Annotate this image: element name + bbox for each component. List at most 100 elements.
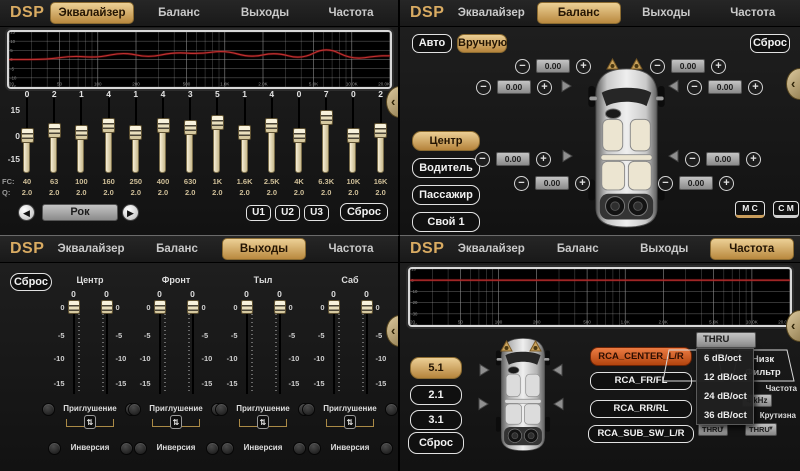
eq-slider-handle[interactable]: [157, 118, 170, 133]
mute-toggle[interactable]: [42, 403, 55, 416]
tab-frequency[interactable]: Частота: [310, 2, 392, 24]
slider-tick-strip: [102, 310, 104, 392]
tab-equalizer[interactable]: Эквалайзер: [450, 2, 533, 24]
balance-plus-button[interactable]: +: [576, 59, 591, 74]
mode-button-2-1[interactable]: 2.1: [410, 385, 462, 405]
slope-dropdown-selected[interactable]: THRU: [696, 332, 756, 348]
rca-button-3[interactable]: RCA_RR/RL: [590, 400, 692, 418]
slope-dropdown-option[interactable]: 6 dB/oct: [697, 349, 753, 368]
output-slider-handle[interactable]: [241, 300, 253, 314]
mode-button-3-1[interactable]: 3.1: [410, 410, 462, 430]
mute-toggle[interactable]: [128, 403, 141, 416]
eq-slider-handle[interactable]: [75, 125, 88, 140]
eq-slider-handle[interactable]: [265, 118, 278, 133]
tab-equalizer[interactable]: Эквалайзер: [50, 2, 134, 24]
balance-reset-button[interactable]: Сброс: [750, 34, 790, 53]
mc-button[interactable]: M C: [735, 201, 765, 218]
balance-minus-button[interactable]: −: [658, 176, 673, 191]
tab-outputs[interactable]: Выходы: [222, 238, 306, 260]
balance-minus-button[interactable]: −: [515, 59, 530, 74]
balance-preset-1[interactable]: Центр: [412, 131, 480, 151]
balance-minus-button[interactable]: −: [685, 152, 700, 167]
tab-outputs[interactable]: Выходы: [623, 238, 706, 260]
invert-toggle[interactable]: [120, 442, 133, 455]
balance-plus-button[interactable]: +: [719, 176, 734, 191]
tab-frequency[interactable]: Частота: [310, 238, 392, 260]
mute-toggle[interactable]: [385, 403, 398, 416]
balance-plus-button[interactable]: +: [575, 176, 590, 191]
eq-reset-button[interactable]: Сброс: [340, 203, 388, 221]
output-slider-handle[interactable]: [361, 300, 373, 314]
output-slider-handle[interactable]: [187, 300, 199, 314]
output-slider-handle[interactable]: [101, 300, 113, 314]
eq-slider-handle[interactable]: [102, 118, 115, 133]
balance-preset-4[interactable]: Свой 1: [412, 212, 480, 232]
eq-slider-handle[interactable]: [238, 125, 251, 140]
mute-toggle[interactable]: [215, 403, 228, 416]
balance-minus-button[interactable]: −: [514, 176, 529, 191]
mode-button-5-1[interactable]: 5.1: [410, 357, 462, 379]
outputs-reset-button[interactable]: Сброс: [10, 273, 52, 291]
eq-slider-handle[interactable]: [293, 128, 306, 143]
balance-manual-button[interactable]: Вручную: [457, 34, 507, 53]
slope-dropdown-option[interactable]: 24 dB/oct: [697, 387, 753, 406]
balance-minus-button[interactable]: −: [476, 80, 491, 95]
balance-auto-button[interactable]: Авто: [412, 34, 452, 53]
preset-prev-button[interactable]: ◀: [18, 204, 35, 221]
preset-next-button[interactable]: ▶: [122, 204, 139, 221]
eq-slider-handle[interactable]: [211, 115, 224, 130]
tab-balance[interactable]: Баланс: [537, 2, 622, 24]
eq-slider-handle[interactable]: [374, 123, 387, 138]
output-slider-handle[interactable]: [68, 300, 80, 314]
link-channels-button[interactable]: ⇅: [344, 415, 356, 429]
eq-slider-handle[interactable]: [184, 120, 197, 135]
tab-outputs[interactable]: Выходы: [224, 2, 306, 24]
balance-plus-button[interactable]: +: [536, 152, 551, 167]
memory-button-u3[interactable]: U3: [304, 205, 329, 221]
eq-slider-handle[interactable]: [347, 128, 360, 143]
tab-outputs[interactable]: Выходы: [625, 2, 708, 24]
balance-preset-3[interactable]: Пассажир: [412, 185, 480, 205]
edge-handle[interactable]: ‹: [386, 315, 400, 347]
crossover-reset-button[interactable]: Сброс: [408, 432, 464, 454]
balance-minus-button[interactable]: −: [687, 80, 702, 95]
invert-toggle[interactable]: [293, 442, 306, 455]
balance-plus-button[interactable]: +: [746, 152, 761, 167]
tab-balance[interactable]: Баланс: [136, 238, 218, 260]
cm-button[interactable]: C M: [773, 201, 799, 218]
balance-preset-2[interactable]: Водитель: [412, 158, 480, 178]
tab-equalizer[interactable]: Эквалайзер: [50, 238, 132, 260]
preset-display[interactable]: Рок: [42, 204, 118, 221]
output-slider-handle[interactable]: [274, 300, 286, 314]
tab-equalizer[interactable]: Эквалайзер: [450, 238, 533, 260]
balance-plus-button[interactable]: +: [711, 59, 726, 74]
eq-slider-handle[interactable]: [21, 128, 34, 143]
tab-frequency[interactable]: Частота: [710, 238, 795, 260]
balance-minus-button[interactable]: −: [475, 152, 490, 167]
slope-dropdown-option[interactable]: 36 dB/oct: [697, 406, 753, 425]
invert-toggle[interactable]: [206, 442, 219, 455]
balance-plus-button[interactable]: +: [748, 80, 763, 95]
slope-dropdown-option[interactable]: 12 dB/oct: [697, 368, 753, 387]
link-channels-button[interactable]: ⇅: [257, 415, 269, 429]
balance-plus-button[interactable]: +: [537, 80, 552, 95]
eq-slider-handle[interactable]: [320, 110, 333, 125]
tab-balance[interactable]: Баланс: [138, 2, 220, 24]
memory-button-u2[interactable]: U2: [275, 205, 300, 221]
balance-minus-button[interactable]: −: [650, 59, 665, 74]
output-slider-handle[interactable]: [328, 300, 340, 314]
link-channels-button[interactable]: ⇅: [170, 415, 182, 429]
eq-slider-handle[interactable]: [48, 123, 61, 138]
output-slider-handle[interactable]: [154, 300, 166, 314]
eq-band-fc: 10K: [340, 177, 366, 186]
eq-band-fc: 4K: [286, 177, 312, 186]
edge-handle[interactable]: ‹: [786, 68, 800, 100]
mute-toggle[interactable]: [302, 403, 315, 416]
memory-button-u1[interactable]: U1: [246, 205, 271, 221]
rca-button-4[interactable]: RCA_SUB_SW_L/R: [588, 425, 694, 443]
link-channels-button[interactable]: ⇅: [84, 415, 96, 429]
eq-slider-handle[interactable]: [129, 125, 142, 140]
tab-balance[interactable]: Баланс: [537, 238, 620, 260]
tab-frequency[interactable]: Частота: [712, 2, 795, 24]
invert-toggle[interactable]: [380, 442, 393, 455]
